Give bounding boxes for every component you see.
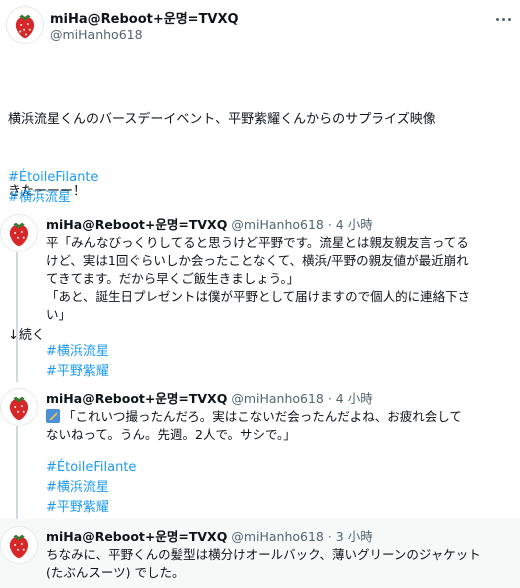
avatar[interactable] [6, 6, 44, 44]
reply-header: miHa@Reboot+운명=TVXQ @miHanho618 · 4 小時 [46, 388, 373, 407]
avatar[interactable] [0, 388, 38, 426]
main-tweet-header: miHa@Reboot+운명=TVXQ @miHanho618 [0, 0, 520, 52]
timestamp[interactable]: · 4 小時 [328, 217, 373, 232]
strawberry-avatar-icon [7, 7, 43, 43]
main-hashtags: #ÉtoileFilante #横浜流星 [8, 168, 98, 208]
timestamp[interactable]: · 3 小時 [328, 529, 373, 544]
reply-tweet[interactable]: miHa@Reboot+운명=TVXQ @miHanho618 · 3 小時 ち… [0, 522, 520, 588]
hashtag-link[interactable]: #ÉtoileFilante [46, 458, 136, 478]
reply-header: miHa@Reboot+운명=TVXQ @miHanho618 · 3 小時 [46, 526, 373, 545]
tweet-text-line: ちなみに、平野くんの髪型は横分けオールバック、薄いグリーンのジャケット [46, 547, 481, 562]
author-name[interactable]: miHa@Reboot+운명=TVXQ [46, 529, 227, 544]
tweet-text-line: けど、実は1回ぐらいしか会ったことなくて、横浜/平野の親友値が最近崩れ [46, 253, 469, 268]
reply-text: 平「みんなびっくりしてると思うけど平野です。流星とは親友親友言ってる けど、実は… [46, 234, 514, 324]
hashtag-link[interactable]: #横浜流星 [8, 188, 98, 208]
hashtag-link[interactable]: #横浜流星 [46, 342, 109, 362]
reply-hashtags: #横浜流星 #平野紫耀 [46, 342, 109, 382]
tweet-text-line: 平「みんなびっくりしてると思うけど平野です。流星とは親友親友言ってる [46, 235, 469, 250]
author-handle[interactable]: @miHanho618 [231, 391, 324, 406]
reply-tweet[interactable]: miHa@Reboot+운명=TVXQ @miHanho618 · 4 小時 平… [0, 210, 520, 382]
tweet-text-line: (たぶんスーツ) でした。 [46, 565, 185, 580]
reply-header: miHa@Reboot+운명=TVXQ @miHanho618 · 4 小時 [46, 214, 373, 233]
tweet-text-line: 「あと、誕生日プレゼントは僕が平野として届けますので個人的に連絡下さ [46, 289, 471, 304]
avatar[interactable] [0, 214, 38, 252]
author-handle[interactable]: @miHanho618 [231, 529, 324, 544]
author-name[interactable]: miHa@Reboot+운명=TVXQ [50, 8, 239, 27]
author-name[interactable]: miHa@Reboot+운명=TVXQ [46, 217, 227, 232]
hashtag-link[interactable]: #横浜流星 [46, 478, 136, 498]
tweet-text-line: ないねって。うん。先週。2人で。サシで。」 [46, 427, 296, 442]
hashtag-link[interactable]: #平野紫耀 [46, 362, 109, 382]
strawberry-avatar-icon [1, 527, 37, 563]
author-name[interactable]: miHa@Reboot+운명=TVXQ [46, 391, 227, 406]
strawberry-avatar-icon [1, 389, 37, 425]
reply-hashtags: #ÉtoileFilante #横浜流星 #平野紫耀 [46, 458, 136, 518]
author-handle[interactable]: @miHanho618 [231, 217, 324, 232]
reply-text: 「これいつ撮ったんだろ。実はこないだ会ったんだよね、お疲れ会して ないねって。う… [46, 408, 514, 444]
hashtag-link[interactable]: #ÉtoileFilante [8, 168, 98, 188]
tweet-text-line: 横浜流星くんのバースデーイベント、平野紫耀くんからのサプライズ映像 [8, 112, 436, 127]
tweet-text: 「これいつ撮ったんだろ。実はこないだ会ったんだよね、お疲れ会して [63, 409, 462, 424]
reply-text: ちなみに、平野くんの髪型は横分けオールバック、薄いグリーンのジャケット (たぶん… [46, 546, 514, 582]
film-frames-emoji-icon [46, 409, 60, 423]
timestamp[interactable]: · 4 小時 [328, 391, 373, 406]
tweet-text-line: てきてます。だから早くご飯生きましょう。」 [46, 271, 300, 286]
strawberry-avatar-icon [1, 215, 37, 251]
tweet-text-line: い」 [46, 307, 72, 322]
tweet-text-line-with-emoji: 「これいつ撮ったんだろ。実はこないだ会ったんだよね、お疲れ会して [46, 408, 514, 426]
more-options-icon[interactable] [492, 12, 514, 26]
avatar[interactable] [0, 526, 38, 564]
hashtag-link[interactable]: #平野紫耀 [46, 498, 136, 518]
author-handle[interactable]: @miHanho618 [50, 27, 143, 42]
reply-tweet[interactable]: miHa@Reboot+운명=TVXQ @miHanho618 · 4 小時 「… [0, 384, 520, 518]
